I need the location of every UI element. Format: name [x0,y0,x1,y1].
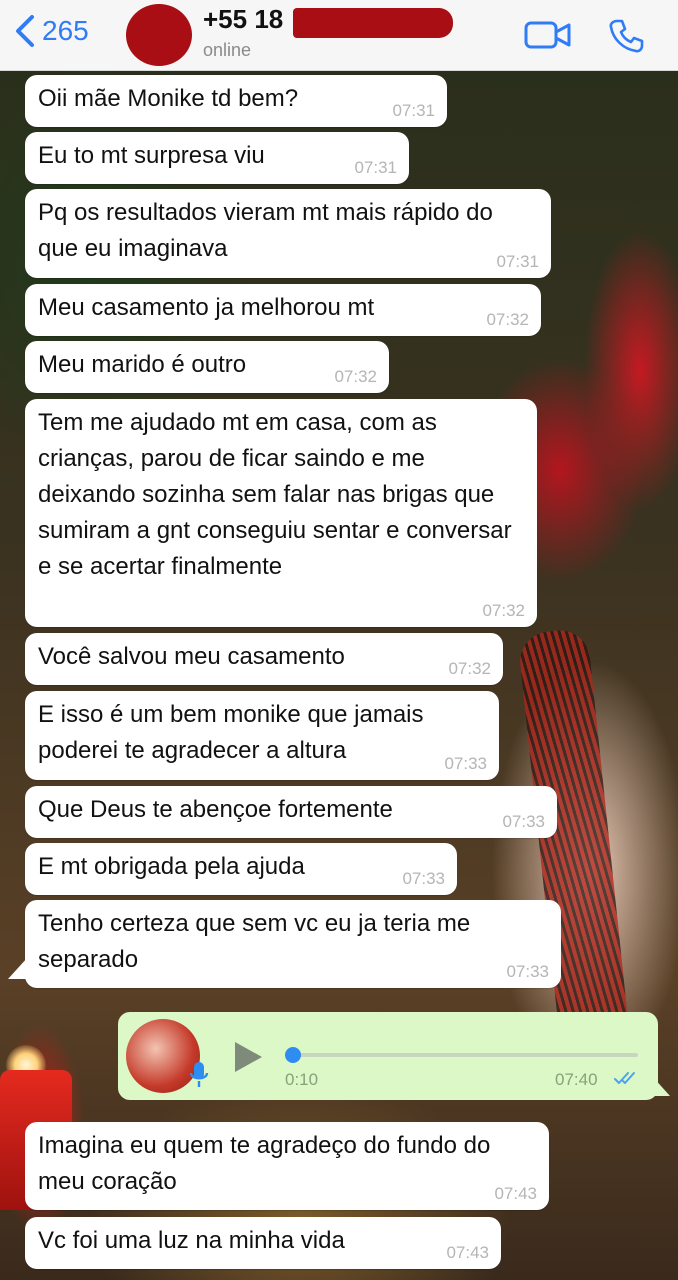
read-receipt-icon [614,1072,635,1084]
voice-call-button[interactable] [608,18,644,59]
voice-note-progress-track[interactable] [293,1053,638,1057]
message-time: 07:32 [486,310,529,329]
phone-icon [609,19,644,53]
message-bubble[interactable]: Tenho certeza que sem vc eu ja teria me … [25,900,561,988]
message-text: Que Deus te abençoe fortemente [38,796,393,823]
message-bubble[interactable]: Eu to mt surpresa viu 07:31 [25,132,409,184]
message-bubble[interactable]: Você salvou meu casamento 07:32 [25,633,503,685]
message-bubble[interactable]: Meu casamento ja melhorou mt 07:32 [25,284,541,336]
message-time: 07:33 [502,812,545,831]
message-text: Tenho certeza que sem vc eu ja teria me … [38,910,471,973]
back-button[interactable]: 265 [14,14,89,48]
message-time: 07:33 [402,869,445,888]
message-bubble[interactable]: Vc foi uma luz na minha vida 07:43 [25,1217,501,1269]
contact-number[interactable]: +55 18 [203,4,283,35]
message-text: Oii mãe Monike td bem? [38,85,299,112]
message-bubble[interactable]: E isso é um bem monike que jamais podere… [25,691,499,780]
message-time: 07:33 [506,962,549,981]
outgoing-bubble-tail [652,1076,670,1096]
message-text: E mt obrigada pela ajuda [38,853,305,880]
message-bubble[interactable]: Tem me ajudado mt em casa, com as crianç… [25,399,537,627]
message-text: Imagina eu quem te agradeço do fundo do … [38,1132,491,1195]
message-bubble[interactable]: Imagina eu quem te agradeço do fundo do … [25,1122,549,1210]
video-call-button[interactable] [524,20,572,55]
contact-avatar-redacted[interactable] [126,4,192,66]
chat-header: 265 +55 18 online [0,0,678,71]
video-camera-icon [524,21,571,49]
voice-note-time: 07:40 [555,1070,598,1089]
incoming-bubble-tail [8,957,28,979]
play-icon[interactable] [232,1040,264,1074]
voice-note-duration: 0:10 [285,1070,319,1089]
message-text: Eu to mt surpresa viu [38,142,265,169]
message-bubble[interactable]: E mt obrigada pela ajuda 07:33 [25,843,457,895]
voice-note-bubble[interactable]: 0:10 07:40 [118,1012,658,1100]
message-text: Você salvou meu casamento [38,643,345,670]
message-time: 07:31 [354,158,397,177]
microphone-icon [189,1062,209,1087]
message-time: 07:32 [334,367,377,386]
message-time: 07:43 [494,1184,537,1203]
message-text: Meu casamento ja melhorou mt [38,294,375,321]
message-text: E isso é um bem monike que jamais podere… [38,701,424,764]
number-redaction [293,8,453,38]
message-text: Meu marido é outro [38,351,247,378]
unread-count: 265 [42,15,89,46]
message-bubble[interactable]: Que Deus te abençoe fortemente 07:33 [25,786,557,838]
message-bubble[interactable]: Pq os resultados vieram mt mais rápido d… [25,189,551,278]
wallpaper-beads [517,627,633,1073]
message-time: 07:32 [482,601,525,620]
message-text: Pq os resultados vieram mt mais rápido d… [38,199,493,262]
message-text: Vc foi uma luz na minha vida [38,1227,345,1254]
voice-note-scrubber[interactable] [285,1047,301,1063]
message-time: 07:33 [444,754,487,773]
message-time: 07:31 [392,101,435,120]
message-time: 07:31 [496,252,539,271]
message-time: 07:43 [446,1243,489,1262]
contact-status: online [203,40,252,60]
message-bubble[interactable]: Meu marido é outro 07:32 [25,341,389,393]
message-time: 07:32 [448,659,491,678]
message-bubble[interactable]: Oii mãe Monike td bem? 07:31 [25,75,447,127]
chevron-left-icon [16,15,34,47]
message-text: Tem me ajudado mt em casa, com as crianç… [38,409,512,580]
